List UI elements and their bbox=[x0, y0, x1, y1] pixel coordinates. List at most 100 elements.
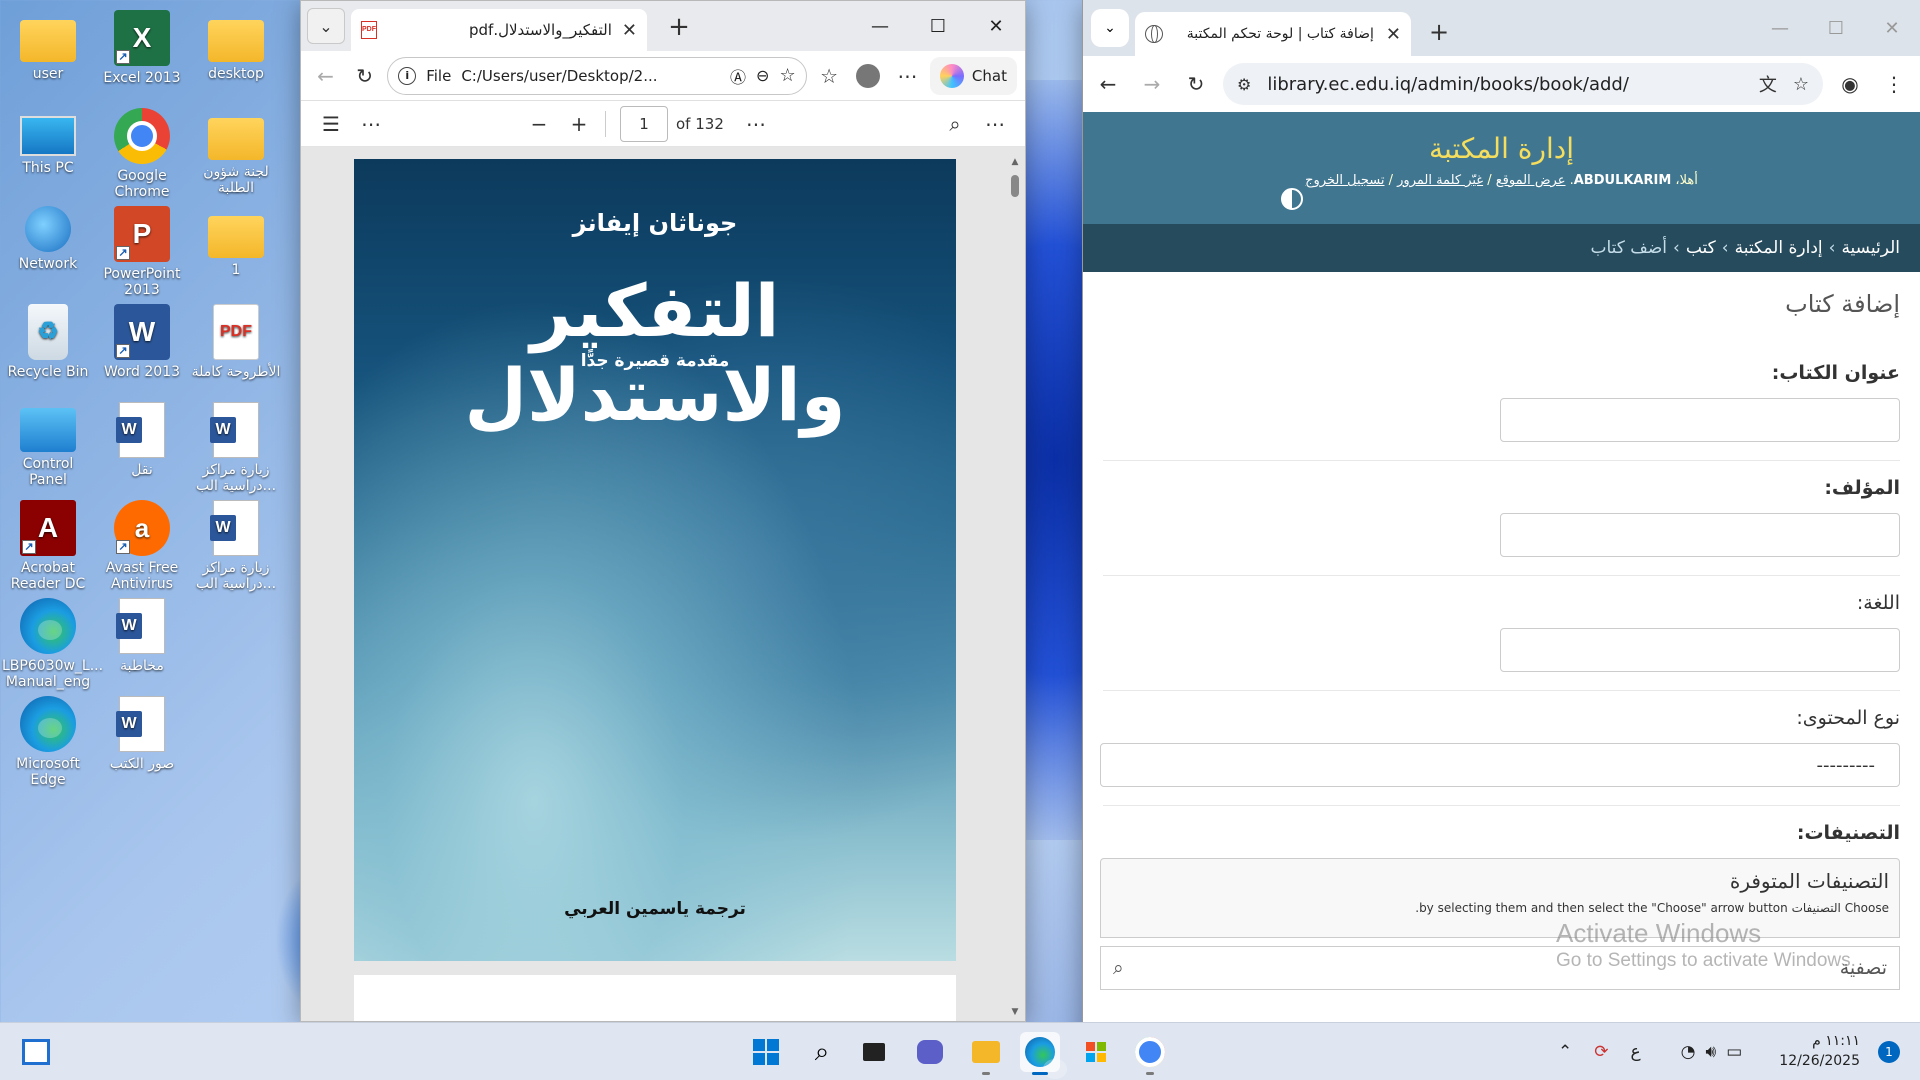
favorites-icon[interactable]: ☆ bbox=[813, 59, 846, 93]
change-password-link[interactable]: غيّر كلمة المرور bbox=[1397, 173, 1483, 188]
page-total: of 132 bbox=[676, 114, 724, 133]
content-type-select[interactable]: --------- bbox=[1100, 743, 1900, 787]
show-desktop-widget[interactable] bbox=[16, 1032, 56, 1072]
minimize-button[interactable]: — bbox=[851, 1, 909, 51]
zoom-out-icon[interactable]: ⊖ bbox=[756, 66, 769, 85]
desktop-icon-desktop-folder[interactable]: desktop bbox=[190, 10, 282, 82]
battery-icon[interactable]: ▭ bbox=[1726, 1042, 1742, 1062]
chrome-taskbar-button[interactable] bbox=[1130, 1032, 1170, 1075]
desktop-icon-edge[interactable]: Microsoft Edge bbox=[2, 696, 94, 788]
desktop-icon-avast[interactable]: a ↗ Avast Free Antivirus bbox=[96, 500, 188, 592]
close-tab-icon[interactable]: ✕ bbox=[1386, 24, 1401, 45]
refresh-button[interactable]: ↻ bbox=[348, 59, 381, 93]
desktop-icon-doc-book-images[interactable]: صور الكتب bbox=[96, 696, 188, 772]
desktop-icon-powerpoint[interactable]: P ↗ PowerPoint 2013 bbox=[96, 206, 188, 298]
minimize-button[interactable]: — bbox=[1752, 0, 1808, 56]
maximize-button[interactable]: ☐ bbox=[1808, 0, 1864, 56]
desktop-icon-acrobat[interactable]: A ↗ Acrobat Reader DC bbox=[2, 500, 94, 592]
desktop-icon-doc-letter[interactable]: مخاطبة bbox=[96, 598, 188, 674]
more-tools-icon[interactable]: ⋯ bbox=[351, 104, 391, 144]
desktop-icon-excel[interactable]: X ↗ Excel 2013 bbox=[96, 10, 188, 86]
breadcrumb-model[interactable]: كتب bbox=[1686, 238, 1716, 258]
back-button[interactable]: ← bbox=[1091, 67, 1125, 101]
desktop-icon-recycle-bin[interactable]: ♻ Recycle Bin bbox=[2, 304, 94, 380]
clock[interactable]: ١١:١١ م 12/26/2025 bbox=[1779, 1031, 1860, 1071]
onedrive-sync-icon[interactable]: ⟳ bbox=[1594, 1042, 1608, 1062]
table-of-contents-icon[interactable]: ☰ bbox=[311, 104, 351, 144]
desktop-icon-thesis-pdf[interactable]: PDF الأطروحة كاملة bbox=[190, 304, 282, 380]
translate-icon[interactable]: 文 bbox=[1759, 71, 1777, 97]
desktop-icon-word[interactable]: W ↗ Word 2013 bbox=[96, 304, 188, 380]
profile-icon[interactable]: ◉ bbox=[1833, 67, 1867, 101]
more-options-icon[interactable]: ⋯ bbox=[975, 104, 1015, 144]
page-options-icon[interactable]: ⋯ bbox=[736, 104, 776, 144]
volume-icon[interactable]: 🔊︎ bbox=[1706, 1042, 1717, 1062]
edge-taskbar-button[interactable] bbox=[1020, 1032, 1067, 1079]
info-icon[interactable]: i bbox=[398, 66, 417, 85]
chrome-menu-icon[interactable]: ⋮ bbox=[1877, 67, 1911, 101]
copilot-chat-button[interactable]: Chat bbox=[929, 56, 1017, 95]
desktop-icon-chrome[interactable]: Google Chrome bbox=[96, 108, 188, 200]
wifi-icon[interactable]: ◔ bbox=[1681, 1042, 1696, 1062]
tab-search-button[interactable]: ⌄ bbox=[1091, 9, 1129, 47]
tab-actions-menu-button[interactable]: ⌄ bbox=[307, 8, 345, 44]
pdf-viewport[interactable]: جوناثان إيفانز التفكير والاستدلال مقدمة … bbox=[301, 147, 1025, 1021]
url-field[interactable]: ⚙ library.ec.edu.iq/admin/books/book/add… bbox=[1223, 63, 1823, 105]
desktop-icon-control-panel[interactable]: Control Panel bbox=[2, 402, 94, 488]
bookmark-star-icon[interactable]: ☆ bbox=[1793, 74, 1809, 95]
scroll-up-arrow-icon[interactable]: ▲ bbox=[1009, 157, 1021, 167]
desktop-icon-network[interactable]: Network bbox=[2, 206, 94, 272]
desktop-icon-doc-visit-1[interactable]: زيارة مراكز دراسية الب... bbox=[190, 402, 282, 494]
read-aloud-icon[interactable]: Ⓐ bbox=[730, 64, 746, 88]
back-button[interactable]: ← bbox=[309, 59, 342, 93]
logout-link[interactable]: تسجيل الخروج bbox=[1305, 173, 1384, 188]
reload-button[interactable]: ↻ bbox=[1179, 67, 1213, 101]
address-field[interactable]: i File C:/Users/user/Desktop/2... Ⓐ ⊖ ☆ bbox=[387, 56, 807, 95]
site-settings-icon[interactable]: ⚙ bbox=[1237, 75, 1251, 94]
page-number-input[interactable]: 1 bbox=[620, 105, 668, 142]
notification-badge[interactable]: 1 bbox=[1878, 1041, 1900, 1063]
pdf-scrollbar[interactable]: ▲ ▼ bbox=[1009, 157, 1021, 1017]
zoom-out-button[interactable]: − bbox=[519, 104, 559, 144]
desktop-icon-lbp-manual[interactable]: LBP6030w_L... Manual_eng bbox=[2, 598, 103, 690]
close-window-button[interactable]: ✕ bbox=[967, 1, 1025, 51]
input-language[interactable]: ع bbox=[1631, 1042, 1641, 1062]
site-branding[interactable]: إدارة المكتبة bbox=[1083, 112, 1920, 165]
icon-label: Google Chrome bbox=[114, 168, 170, 200]
more-options-icon[interactable]: ⋯ bbox=[891, 59, 924, 93]
microsoft-store-button[interactable] bbox=[1076, 1032, 1116, 1072]
desktop-icon-this-pc[interactable]: This PC bbox=[2, 108, 94, 176]
profile-avatar[interactable] bbox=[852, 59, 885, 93]
close-tab-icon[interactable]: ✕ bbox=[622, 20, 637, 41]
start-button[interactable] bbox=[746, 1032, 786, 1072]
desktop-icon-doc-visit-2[interactable]: زيارة مراكز دراسية الب... bbox=[190, 500, 282, 592]
breadcrumb-app[interactable]: إدارة المكتبة bbox=[1735, 238, 1823, 258]
admin-tab[interactable]: إضافة كتاب | لوحة تحكم المكتبة ✕ bbox=[1135, 12, 1411, 56]
desktop-icon-user[interactable]: user bbox=[2, 10, 94, 82]
language-input[interactable] bbox=[1500, 628, 1900, 672]
author-input[interactable] bbox=[1500, 513, 1900, 557]
favorite-star-icon[interactable]: ☆ bbox=[779, 65, 795, 86]
search-button[interactable]: ⌕ bbox=[802, 1032, 842, 1072]
desktop-icon-student-affairs[interactable]: لجنة شؤون الطلبة bbox=[190, 108, 282, 196]
pdf-tab[interactable]: PDF التفكير_والاستدلال.pdf ✕ bbox=[351, 9, 647, 51]
desktop-icon-doc-transfer[interactable]: نقل bbox=[96, 402, 188, 478]
theme-toggle-icon[interactable] bbox=[1281, 188, 1303, 210]
scroll-down-arrow-icon[interactable]: ▼ bbox=[1009, 1007, 1021, 1017]
scrollbar-thumb[interactable] bbox=[1011, 175, 1019, 197]
title-input[interactable] bbox=[1500, 398, 1900, 442]
chevron-up-icon[interactable]: ⌃ bbox=[1558, 1042, 1572, 1062]
breadcrumb-home[interactable]: الرئيسية bbox=[1841, 238, 1900, 258]
forward-button[interactable]: → bbox=[1135, 67, 1169, 101]
search-icon[interactable]: ⌕ bbox=[935, 104, 975, 144]
file-explorer-button[interactable] bbox=[966, 1032, 1006, 1075]
task-view-button[interactable] bbox=[854, 1032, 894, 1072]
teams-chat-button[interactable] bbox=[910, 1032, 950, 1072]
close-window-button[interactable]: ✕ bbox=[1864, 0, 1920, 56]
new-tab-button[interactable]: + bbox=[1429, 18, 1449, 46]
desktop-icon-folder-1[interactable]: 1 bbox=[190, 206, 282, 278]
view-site-link[interactable]: عرض الموقع bbox=[1496, 173, 1566, 188]
new-tab-button[interactable]: + bbox=[661, 9, 697, 45]
maximize-button[interactable]: ☐ bbox=[909, 1, 967, 51]
zoom-in-button[interactable]: + bbox=[559, 104, 599, 144]
